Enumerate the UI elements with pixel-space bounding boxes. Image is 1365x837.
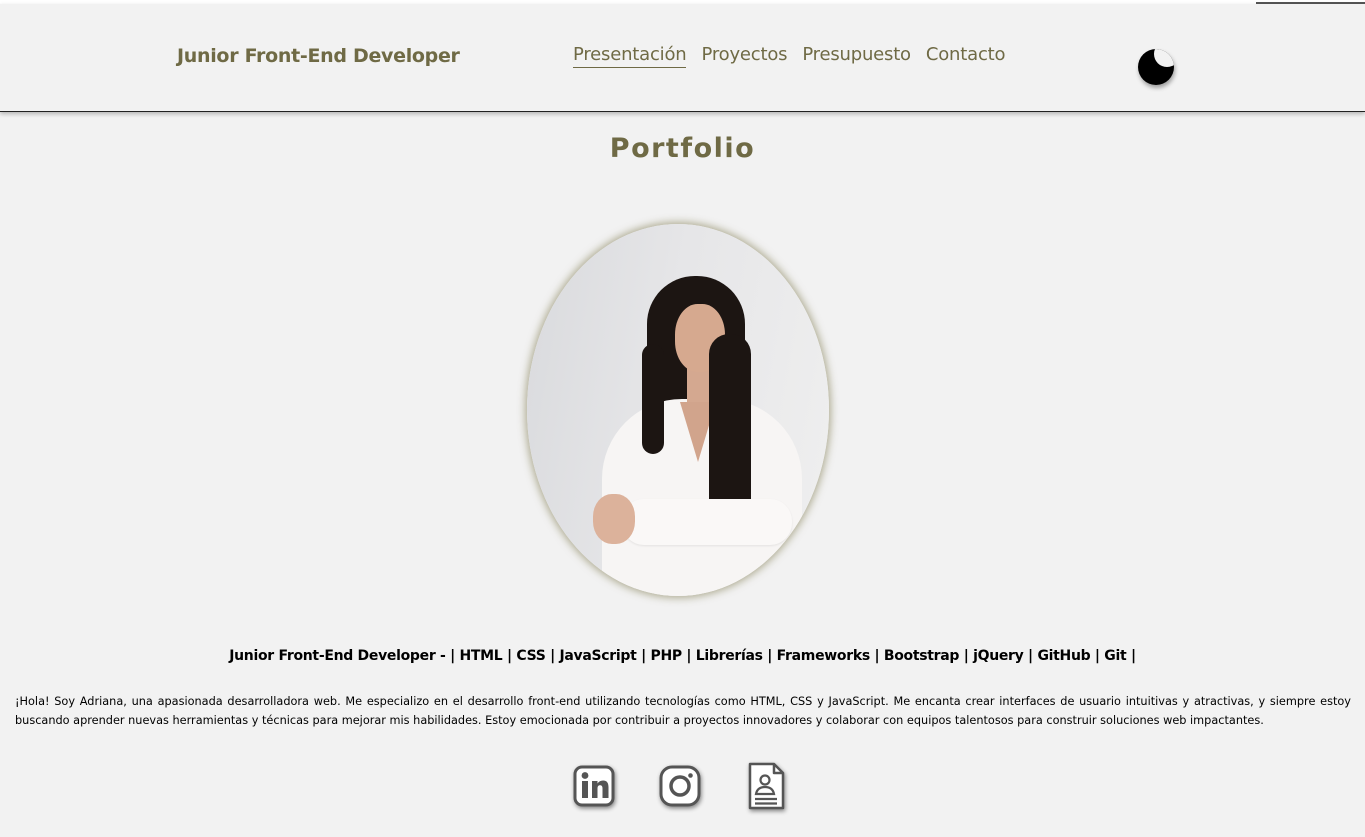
site-header: Junior Front-End Developer Presentación … [0,4,1365,112]
social-links [570,760,790,812]
main-nav: Presentación Proyectos Presupuesto Conta… [573,44,1006,68]
nav-link-proyectos[interactable]: Proyectos [701,44,787,68]
instagram-link[interactable] [656,760,704,812]
nav-link-presupuesto[interactable]: Presupuesto [802,44,911,68]
linkedin-icon [573,765,615,807]
bio-paragraph: ¡Hola! Soy Adriana, una apasionada desar… [15,695,1351,727]
linkedin-link[interactable] [570,760,618,812]
instagram-icon [659,765,701,807]
theme-toggle-button[interactable] [1133,44,1179,90]
nav-link-presentacion[interactable]: Presentación [573,44,687,68]
resume-link[interactable] [742,760,790,812]
skills-line: Junior Front-End Developer - | HTML | CS… [229,648,1136,664]
photo-arm [622,499,792,545]
page-title: Portfolio [609,133,756,164]
photo-hand [593,494,635,544]
photo-hair-left [642,344,664,454]
profile-photo [527,224,829,596]
nav-link-contacto[interactable]: Contacto [926,44,1006,68]
resume-document-icon [748,762,785,810]
moon-icon [1138,49,1174,85]
brand-title: Junior Front-End Developer [177,45,460,67]
